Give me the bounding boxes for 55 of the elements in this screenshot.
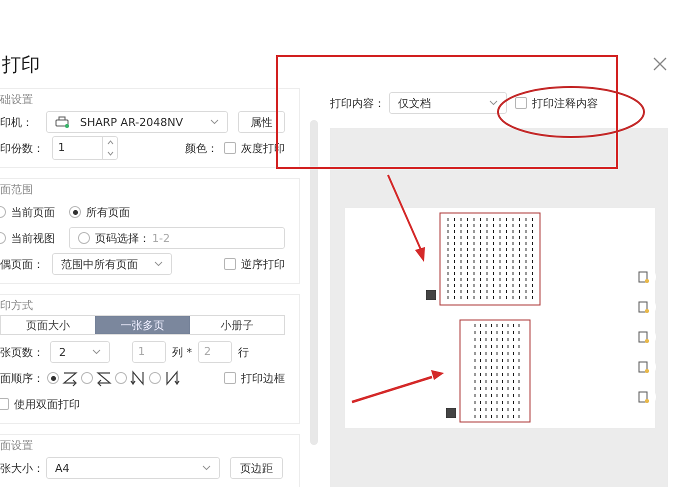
chevron-down-icon — [92, 349, 101, 355]
radio-button[interactable] — [149, 372, 161, 384]
checkbox[interactable] — [0, 398, 9, 410]
chevron-down-icon — [489, 100, 498, 106]
chevron-down-icon — [154, 261, 163, 267]
close-icon[interactable] — [652, 56, 668, 72]
paper-size-dropdown[interactable]: A4 — [46, 457, 220, 479]
field-label: 偶页面： — [0, 256, 45, 272]
page-order-icon — [96, 370, 112, 386]
copies-spinbox[interactable]: 1 — [52, 136, 118, 160]
page-order-icon — [62, 370, 78, 386]
radio-label: 所有页面 — [86, 204, 130, 220]
radio-button[interactable] — [115, 372, 127, 384]
checkbox[interactable] — [224, 142, 236, 154]
page-order-icon — [164, 370, 180, 386]
checkbox-label: 打印边框 — [241, 370, 285, 386]
field-label: 行 — [238, 344, 249, 360]
scrollbar[interactable] — [310, 120, 318, 445]
field-label: 打印内容： — [330, 96, 385, 110]
field-label: 列 * — [172, 344, 192, 360]
print-content-dropdown[interactable]: 仅文档 — [389, 92, 507, 114]
radio-button[interactable] — [47, 372, 59, 384]
checkbox-label: 打印注释内容 — [532, 96, 598, 110]
radio-button[interactable] — [78, 232, 90, 244]
printer-dropdown[interactable]: SHARP AR-2048NV — [46, 111, 228, 133]
field-label: 张大小： — [0, 460, 40, 476]
radio-label: 当前页面 — [11, 204, 55, 220]
pages-per-sheet-dropdown[interactable]: 2 — [50, 341, 110, 363]
radio-button[interactable] — [69, 206, 81, 218]
page-range-field[interactable]: 页码选择： 1-2 — [69, 227, 285, 249]
field-label: 印机： — [0, 114, 34, 130]
page-icon — [637, 301, 649, 313]
page-icon — [637, 331, 649, 343]
dialog-title: 打印 — [2, 53, 40, 78]
field-label: 张页数： — [0, 344, 44, 360]
field-label: 面顺序： — [0, 370, 44, 386]
printer-icon — [55, 116, 69, 128]
chevron-down-icon — [210, 119, 219, 125]
page-order-icon — [130, 370, 146, 386]
checkbox[interactable] — [224, 372, 236, 384]
checkbox-label: 逆序打印 — [241, 256, 285, 272]
chevron-up-icon[interactable] — [106, 140, 114, 145]
field-label: 颜色： — [185, 140, 218, 156]
checkbox-label: 使用双面打印 — [14, 396, 80, 412]
radio-button[interactable] — [81, 372, 93, 384]
properties-button[interactable]: 属性 — [238, 111, 285, 133]
chevron-down-icon[interactable] — [106, 151, 114, 156]
radio-label: 当前视图 — [11, 230, 55, 246]
checkbox[interactable] — [224, 258, 236, 270]
radio-label: 页码选择： — [95, 230, 150, 246]
field-label: 印份数： — [0, 140, 45, 156]
margins-button[interactable]: 页边距 — [230, 457, 283, 479]
chevron-down-icon — [202, 465, 211, 471]
checkbox[interactable] — [515, 97, 527, 109]
odd-even-dropdown[interactable]: 范围中所有页面 — [52, 253, 172, 275]
